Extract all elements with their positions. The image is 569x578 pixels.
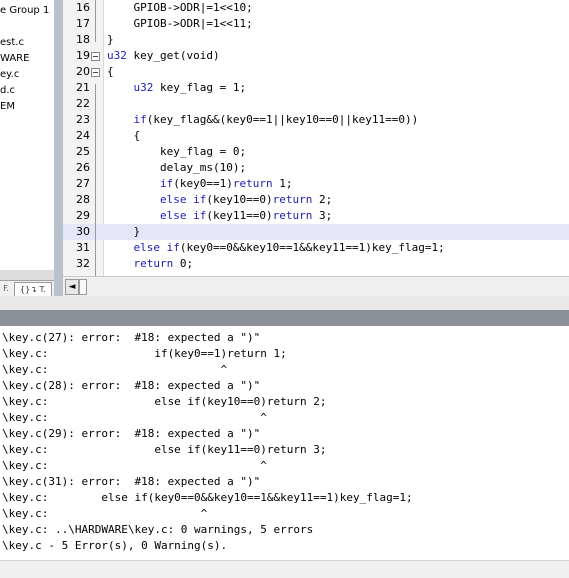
build-output-line[interactable]: \key.c: ^ [2, 506, 207, 522]
line-number: 21 [76, 81, 90, 94]
code-line[interactable]: 21 u32 key_flag = 1; [63, 80, 569, 96]
build-output-line[interactable]: \key.c(29): error: #18: expected a ")" [2, 426, 260, 442]
code-line[interactable]: 31 else if(key0==0&&key10==1&&key11==1)k… [63, 240, 569, 256]
code-text: GPIOB->ODR|=1<<11; [107, 17, 253, 30]
sidebar-tree-item[interactable]: d.c [0, 84, 15, 98]
line-number: 23 [76, 113, 90, 126]
line-number: 30 [76, 225, 90, 238]
code-text: else if(key10==0)return 2; [159, 193, 333, 206]
line-number: 31 [76, 241, 90, 254]
code-text: } [107, 33, 114, 46]
code-line[interactable]: 19 u32 key_get(void) [63, 48, 569, 64]
sidebar-tree-item[interactable]: ey.c [0, 68, 19, 82]
build-output-line[interactable]: \key.c(31): error: #18: expected a ")" [2, 474, 260, 490]
fold-guide-line [95, 0, 96, 42]
code-text: if(key0==1)return 1; [159, 177, 293, 190]
code-line[interactable]: 18} [63, 32, 569, 48]
fold-guide-line [95, 84, 96, 276]
build-output-line[interactable]: \key.c: else if(key0==0&&key10==1&&key11… [2, 490, 413, 506]
code-line[interactable]: 27 if(key0==1)return 1; [63, 176, 569, 192]
tab-files[interactable]: F. [0, 282, 12, 295]
build-output-line[interactable]: \key.c: ..\HARDWARE\key.c: 0 warnings, 5… [2, 522, 313, 538]
line-number: 25 [76, 145, 90, 158]
editor-horizontal-scrollbar[interactable]: ◄ [63, 276, 569, 297]
code-editor[interactable]: 16 GPIOB->ODR|=1<<10; 17 GPIOB->ODR|=1<<1… [63, 0, 569, 276]
line-number: 28 [76, 193, 90, 206]
build-output-line[interactable]: \key.c(27): error: #18: expected a ")" [2, 330, 260, 346]
sidebar-tree-item[interactable]: e Group 1 [0, 4, 49, 18]
code-line[interactable]: 23 if(key_flag&&(key0==1||key10==0||key1… [63, 112, 569, 128]
build-output-line[interactable]: \key.c(28): error: #18: expected a ")" [2, 378, 260, 394]
code-text: { [107, 129, 141, 142]
line-number: 32 [76, 257, 90, 270]
build-output-titlebar [0, 310, 569, 326]
code-text: { [107, 65, 114, 78]
tab-functions[interactable]: {}↴ T. [14, 282, 52, 296]
code-text: u32 key_get(void) [107, 49, 220, 62]
code-line[interactable]: 22 [63, 96, 569, 112]
line-number: 17 [76, 17, 90, 30]
panel-splitter[interactable] [0, 296, 569, 310]
code-line[interactable]: 28 else if(key10==0)return 2; [63, 192, 569, 208]
build-output-line[interactable]: \key.c: if(key0==1)return 1; [2, 346, 287, 362]
code-text: return 0; [133, 257, 194, 270]
code-line[interactable]: 32 return 0; [63, 256, 569, 272]
scroll-left-arrow-icon[interactable]: ◄ [65, 279, 79, 295]
line-number: 16 [76, 1, 90, 14]
code-text: GPIOB->ODR|=1<<10; [107, 1, 253, 14]
code-line[interactable]: 29 else if(key11==0)return 3; [63, 208, 569, 224]
scroll-thumb[interactable] [79, 279, 87, 295]
code-line[interactable]: 16 GPIOB->ODR|=1<<10; [63, 0, 569, 16]
fold-toggle-icon[interactable] [91, 52, 100, 61]
code-line[interactable]: 26 delay_ms(10); [63, 160, 569, 176]
code-line[interactable]: 24 { [63, 128, 569, 144]
build-output-panel[interactable]: \key.c(27): error: #18: expected a ")" \k… [0, 326, 569, 560]
code-text: delay_ms(10); [107, 161, 247, 174]
sidebar-tree-item[interactable]: EM [0, 100, 15, 114]
line-number: 27 [76, 177, 90, 190]
build-output-line[interactable]: \key.c: else if(key11==0)return 3; [2, 442, 327, 458]
build-output-line[interactable]: \key.c - 5 Error(s), 0 Warning(s). [2, 538, 227, 554]
line-number: 22 [76, 97, 90, 110]
sidebar-tabs: F. {}↴ T. [0, 280, 54, 297]
code-text: else if(key11==0)return 3; [159, 209, 333, 222]
editor-frame [54, 0, 63, 296]
sidebar-scrollbar[interactable] [0, 270, 54, 280]
build-output-line[interactable]: \key.c: else if(key10==0)return 2; [2, 394, 327, 410]
code-line[interactable]: 25 key_flag = 0; [63, 144, 569, 160]
current-code-line[interactable]: 30 } [63, 224, 569, 240]
line-number: 20 [76, 65, 90, 78]
code-text: } [107, 225, 141, 238]
fold-toggle-icon[interactable] [91, 68, 100, 77]
code-text: if(key_flag&&(key0==1||key10==0||key11==… [133, 113, 419, 126]
code-text: else if(key0==0&&key10==1&&key11==1)key_… [133, 241, 445, 254]
line-number: 29 [76, 209, 90, 222]
project-sidebar: e Group 1 est.c WARE ey.c d.c EM [0, 0, 54, 280]
sidebar-tree-item[interactable]: est.c [0, 36, 24, 50]
build-output-line[interactable]: \key.c: ^ [2, 458, 267, 474]
line-number: 19 [76, 49, 90, 62]
line-number: 24 [76, 129, 90, 142]
code-text: u32 key_flag = 1; [133, 81, 247, 94]
line-number: 18 [76, 33, 90, 46]
code-line[interactable]: 17 GPIOB->ODR|=1<<11; [63, 16, 569, 32]
code-text: key_flag = 0; [107, 145, 247, 158]
line-number: 26 [76, 161, 90, 174]
build-output-bottom-bar [0, 560, 569, 578]
code-line[interactable]: 20 { [63, 64, 569, 80]
build-output-line[interactable]: \key.c: ^ [2, 410, 267, 426]
sidebar-tree-item[interactable]: WARE [0, 52, 29, 66]
build-output-line[interactable]: \key.c: ^ [2, 362, 227, 378]
